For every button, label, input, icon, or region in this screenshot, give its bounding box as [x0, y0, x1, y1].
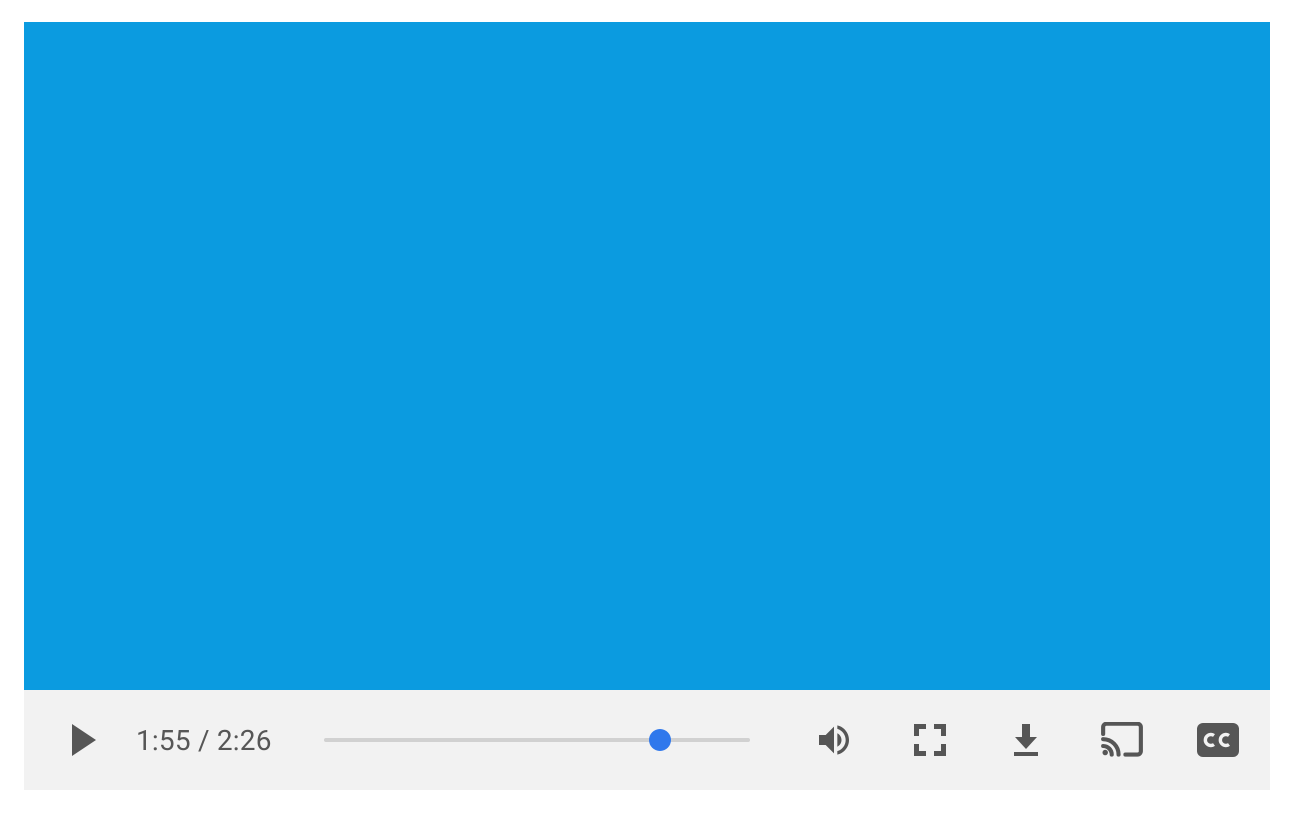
captions-icon: [1196, 722, 1240, 758]
video-player: 1:55 / 2:26: [24, 22, 1270, 790]
fullscreen-icon: [912, 722, 948, 758]
play-button[interactable]: [60, 716, 108, 764]
time-display: 1:55 / 2:26: [136, 724, 272, 757]
time-separator: /: [191, 724, 217, 757]
cast-button[interactable]: [1098, 716, 1146, 764]
captions-button[interactable]: [1194, 716, 1242, 764]
cast-icon: [1101, 722, 1143, 758]
mute-button[interactable]: [810, 716, 858, 764]
progress-thumb[interactable]: [649, 729, 671, 751]
volume-icon: [814, 720, 854, 760]
play-icon: [70, 724, 98, 756]
video-area[interactable]: [24, 22, 1270, 690]
current-time: 1:55: [136, 724, 191, 757]
duration: 2:26: [217, 724, 272, 757]
download-button[interactable]: [1002, 716, 1050, 764]
progress-slider[interactable]: [324, 738, 750, 742]
controls-bar: 1:55 / 2:26: [24, 690, 1270, 790]
fullscreen-button[interactable]: [906, 716, 954, 764]
download-icon: [1008, 722, 1044, 758]
right-controls: [810, 716, 1242, 764]
